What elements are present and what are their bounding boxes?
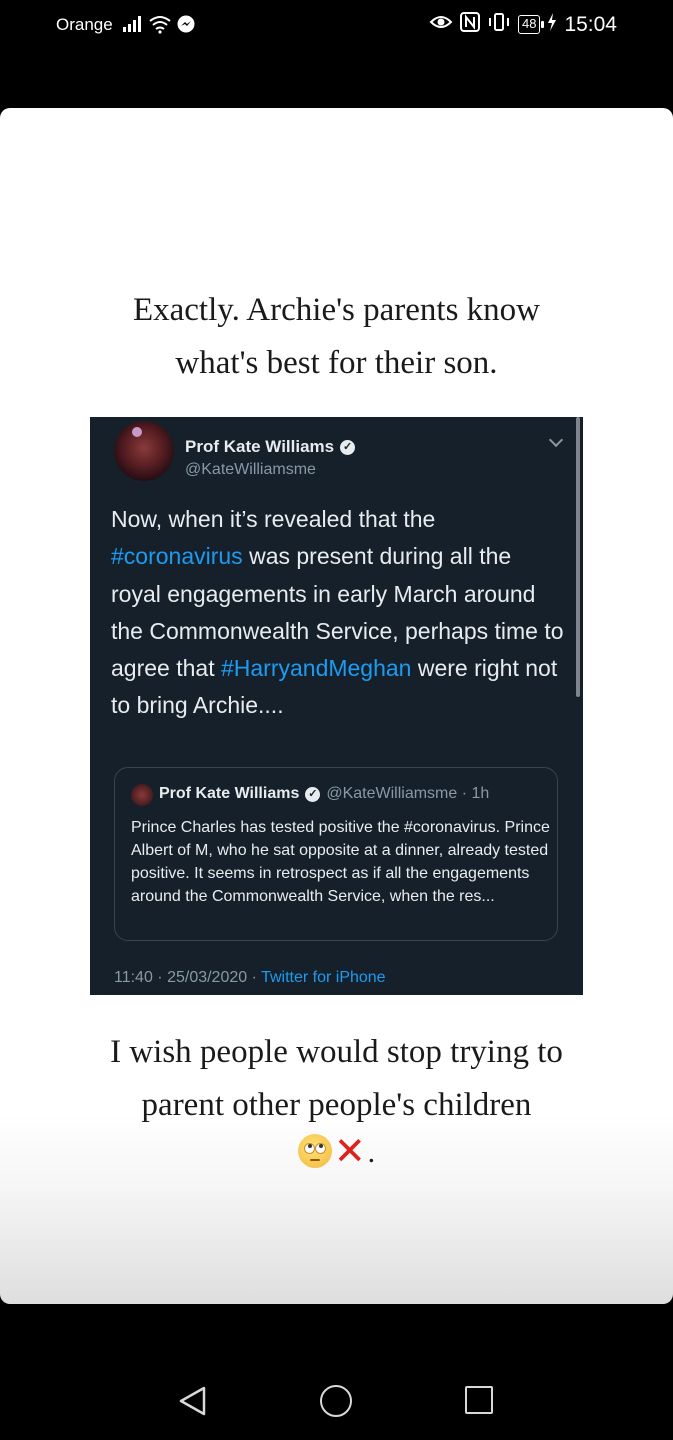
back-icon[interactable] [176,1384,210,1418]
tweet-scrollbar [576,417,580,697]
caption-bottom: I wish people would stop trying to paren… [0,1026,673,1132]
quote-author-row: Prof Kate Williams ✓ @KateWilliamsme · 1… [159,785,489,803]
recents-icon[interactable] [465,1386,493,1414]
hashtag-harryandmeghan: #HarryandMeghan [220,655,412,682]
caption-bottom-end: . [367,1136,376,1169]
emoji-line: ✕ . [0,1129,673,1173]
quote-avatar [131,784,153,806]
caption-top-line1: Exactly. Archie's parents know [132,292,541,328]
tweet-source: Twitter for iPhone [261,969,386,986]
tweet-text: Now, when it’s revealed that the #corona… [111,501,566,725]
hashtag-coronavirus: #coronavirus [111,543,243,570]
eye-roll-emoji-icon [297,1134,332,1168]
carrier-label: Orange [56,15,113,34]
nfc-icon [459,12,480,37]
quote-author-name: Prof Kate Williams [159,785,300,802]
verified-badge-icon: ✓ [340,439,356,455]
avatar [114,421,174,481]
story-card[interactable]: Exactly. Archie's parents know what's be… [0,108,673,1304]
charging-icon [547,13,557,36]
battery-icon: 48 [517,15,546,34]
wifi-icon [148,14,172,39]
quote-verified-badge-icon: ✓ [305,786,321,802]
cross-mark-emoji-icon: ✕ [333,1129,366,1173]
quoted-tweet: Prof Kate Williams ✓ @KateWilliamsme · 1… [114,767,558,941]
navigation-bar [0,1360,673,1440]
tweet-author-name: Prof Kate Williams [185,437,335,456]
chevron-down-icon [548,432,564,448]
status-left-icons [122,14,196,39]
tweet-footer: 11:40 · 25/03/2020 · Twitter for iPhone [114,969,386,987]
tweet-timestamp: 11:40 · 25/03/2020 · [114,969,262,986]
status-bar: Orange 48 15:04 [0,0,673,52]
signal-icon [122,15,144,38]
eye-icon [429,12,453,37]
quote-text: Prince Charles has tested positive the #… [131,819,550,905]
messenger-icon [176,14,196,39]
quote-meta: @KateWilliamsme · 1h [326,785,490,802]
tweet-author-row: Prof Kate Williams ✓ [185,437,356,457]
tweet-text-part1: Now, when it’s revealed that the [111,506,436,532]
caption-bottom-line1: I wish people would stop trying to [110,1034,563,1070]
vibrate-icon [487,12,511,37]
status-right-icons: 48 15:04 [429,12,617,37]
home-icon[interactable] [320,1385,352,1417]
caption-top-line2: what's best for their son. [175,345,498,381]
tweet-screenshot: Prof Kate Williams ✓ @KateWilliamsme Now… [90,417,583,995]
status-time: 15:04 [564,12,617,36]
caption-top: Exactly. Archie's parents know what's be… [0,284,673,390]
tweet-author-handle: @KateWilliamsme [185,461,316,478]
caption-bottom-line2: parent other people's children [141,1087,532,1123]
